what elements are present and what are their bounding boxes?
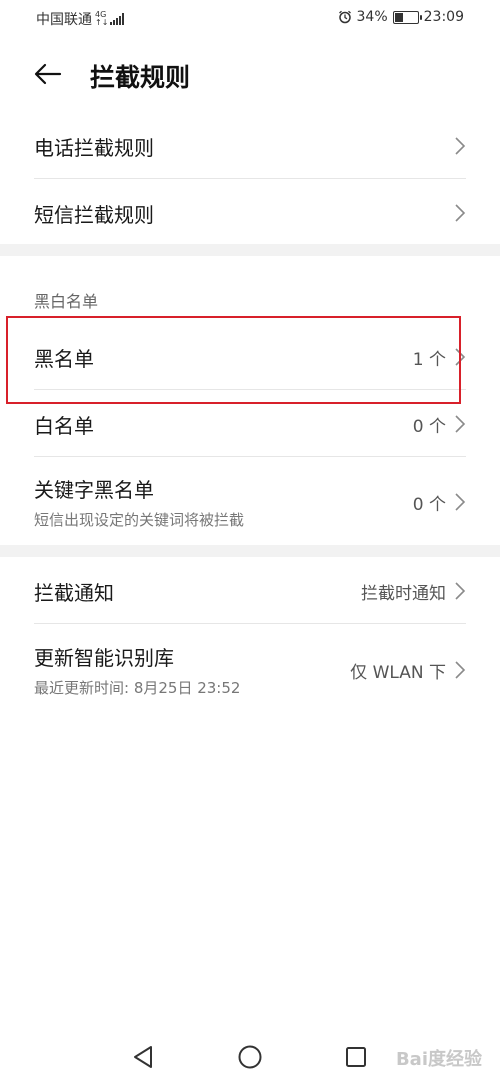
alarm-icon [338,10,351,24]
item-subtitle: 最近更新时间: 8月25日 23:52 [34,679,241,697]
list-item-whitelist[interactable]: 白名单 0 个 [34,395,466,453]
watermark-logo: Bai度经验 [395,1049,482,1070]
battery-icon [392,10,422,24]
divider [34,623,466,624]
chevron-right-icon [455,137,466,155]
square-recents-icon [346,1047,366,1067]
battery-percent: 34% [356,9,388,25]
nav-recents-button[interactable] [343,1044,369,1070]
item-label: 黑名单 [34,346,94,371]
network-activity: ↑↓ [95,18,109,27]
status-left: 中国联通 4G ↑↓ [36,9,125,29]
status-bar: 中国联通 4G ↑↓ 34% 23:09 [0,0,500,36]
item-value: 仅 WLAN 下 [350,662,446,683]
status-right: 34% 23:09 [338,9,464,25]
chevron-right-icon [455,582,466,600]
back-button[interactable] [30,58,66,90]
chevron-right-icon [455,493,466,511]
item-value: 拦截时通知 [361,583,446,604]
page-title: 拦截规则 [90,63,191,92]
divider [34,389,466,390]
divider [34,456,466,457]
back-arrow-icon [34,63,62,85]
nav-back-button[interactable] [130,1044,156,1070]
list-item-call-rules[interactable]: 电话拦截规则 [34,118,466,174]
nav-home-button[interactable] [237,1044,263,1070]
triangle-back-icon [134,1046,152,1068]
chevron-right-icon [455,661,466,679]
app-bar: 拦截规则 [0,46,500,102]
battery-fill [394,12,403,22]
item-value: 0 个 [412,416,446,437]
item-label: 白名单 [34,413,94,438]
section-header: 黑白名单 [34,292,99,311]
item-subtitle: 短信出现设定的关键词将被拦截 [34,511,245,529]
signal-icon [110,13,125,25]
carrier-name: 中国联通 [36,12,92,28]
section-gap [0,545,500,557]
item-label: 更新智能识别库 [34,646,174,670]
list-item-update-library[interactable]: 更新智能识别库 最近更新时间: 8月25日 23:52 仅 WLAN 下 [34,632,466,708]
item-value: 1 个 [412,349,446,370]
item-label: 关键字黑名单 [34,478,154,502]
item-value: 0 个 [412,494,446,515]
item-label: 拦截通知 [34,580,114,605]
clock: 23:09 [423,9,464,25]
chevron-right-icon [455,204,466,222]
chevron-right-icon [455,348,466,366]
circle-home-icon [238,1045,262,1069]
divider [34,178,466,179]
item-label: 短信拦截规则 [34,202,154,227]
list-item-block-notification[interactable]: 拦截通知 拦截时通知 [34,562,466,620]
list-item-sms-rules[interactable]: 短信拦截规则 [34,185,466,241]
network-type: 4G ↑↓ [95,11,108,27]
list-item-keyword-blacklist[interactable]: 关键字黑名单 短信出现设定的关键词将被拦截 0 个 [34,464,466,540]
item-label: 电话拦截规则 [34,135,154,160]
section-gap [0,244,500,256]
chevron-right-icon [455,415,466,433]
list-item-blacklist[interactable]: 黑名单 1 个 [34,328,466,386]
